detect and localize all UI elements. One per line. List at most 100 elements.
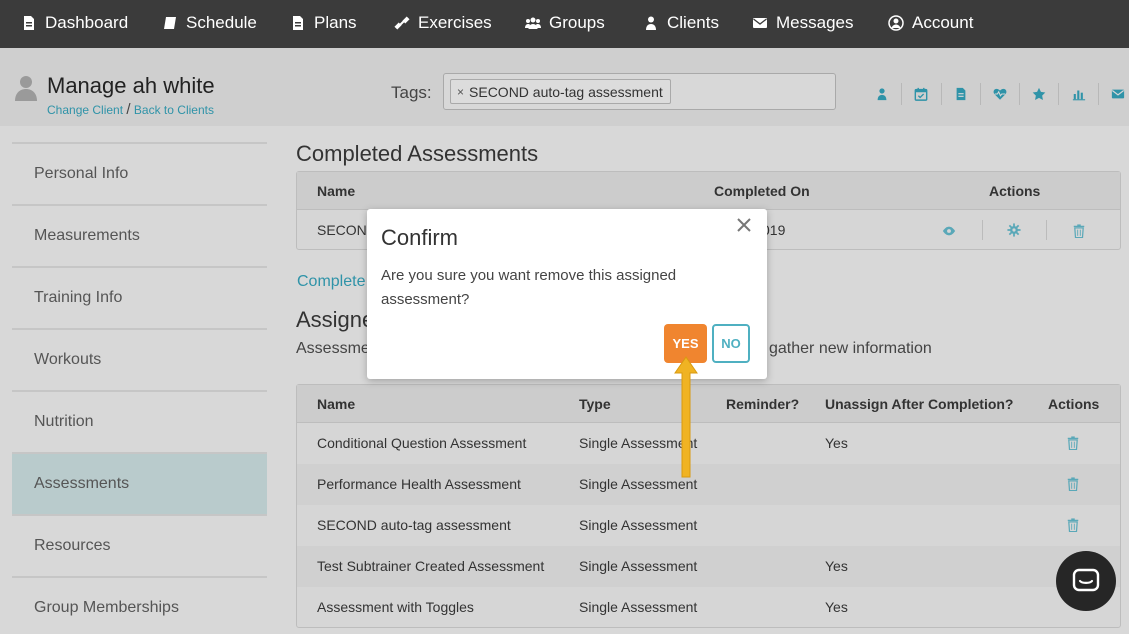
close-icon[interactable] — [737, 218, 755, 236]
quick-stats-button[interactable] — [1058, 83, 1097, 105]
table-header: Name Type Reminder? Unassign After Compl… — [297, 385, 1120, 423]
nav-label: Messages — [776, 13, 854, 32]
assigned-description-end: gather new information — [769, 340, 932, 357]
nav-label: Groups — [549, 13, 605, 32]
book-icon — [164, 17, 176, 29]
table-row: Assessment with Toggles Single Assessmen… — [297, 587, 1120, 628]
sidebar-item-personal-info[interactable]: Personal Info — [12, 142, 267, 204]
column-header-unassign: Unassign After Completion? — [825, 396, 1014, 412]
column-header-actions: Actions — [1048, 396, 1100, 412]
confirm-dialog: Confirm Are you sure you want remove thi… — [367, 209, 767, 379]
breadcrumb: Change Client / Back to Clients — [47, 101, 214, 118]
page-title: Manage ah white — [47, 73, 215, 98]
breadcrumb-separator: / — [126, 101, 131, 118]
file-icon — [24, 16, 34, 30]
client-header: Manage ah white Change Client / Back to … — [0, 48, 1129, 126]
trash-icon[interactable] — [1066, 436, 1080, 451]
assessment-type: Single Assessment — [579, 517, 698, 533]
table-row: SECOND auto-tag assessment Single Assess… — [297, 505, 1120, 546]
sidebar-item-training-info[interactable]: Training Info — [12, 266, 267, 328]
completed-assessments-title: Completed Assessments — [296, 141, 539, 166]
dialog-message: Are you sure you want remove this assign… — [381, 267, 677, 308]
sidebar-item-label: Personal Info — [34, 165, 129, 182]
sidebar-item-workouts[interactable]: Workouts — [12, 328, 267, 390]
quick-calendar-button[interactable] — [901, 83, 940, 105]
settings-gear-icon[interactable] — [1007, 223, 1021, 237]
quick-health-button[interactable] — [979, 83, 1019, 105]
column-header-name: Name — [317, 396, 356, 412]
client-quick-actions — [862, 83, 1129, 105]
assessment-name: Test Subtrainer Created Assessment — [317, 558, 545, 574]
table-row: Performance Health Assessment Single Ass… — [297, 464, 1120, 505]
assessment-name: Conditional Question Assessment — [317, 435, 527, 451]
document-icon — [293, 16, 303, 30]
sidebar-item-label: Resources — [34, 537, 111, 554]
remove-tag-icon[interactable]: × — [457, 85, 464, 99]
top-nav: Dashboard Schedule Plans Exercises Group… — [0, 0, 1129, 48]
nav-label: Schedule — [186, 13, 257, 32]
chat-launcher-button[interactable] — [1056, 551, 1116, 611]
envelope-icon — [753, 18, 767, 28]
user-avatar-icon — [15, 76, 37, 101]
tag-chip: × SECOND auto-tag assessment — [450, 79, 671, 104]
sidebar-item-nutrition[interactable]: Nutrition — [12, 390, 267, 452]
sidebar-item-label: Assessments — [34, 475, 130, 492]
nav-dashboard[interactable]: Dashboard — [21, 12, 128, 34]
nav-schedule[interactable]: Schedule — [162, 12, 257, 34]
tags-input[interactable]: × SECOND auto-tag assessment — [443, 73, 836, 110]
sidebar-item-label: Training Info — [34, 289, 123, 306]
quick-profile-button[interactable] — [862, 83, 901, 105]
divider — [1046, 220, 1047, 240]
assessment-name: Performance Health Assessment — [317, 476, 521, 492]
quick-document-button[interactable] — [940, 83, 980, 105]
nav-label: Account — [912, 13, 974, 32]
document-icon — [956, 87, 966, 101]
sidebar-item-label: Nutrition — [34, 413, 94, 430]
nav-groups[interactable]: Groups — [525, 12, 605, 34]
divider — [982, 220, 983, 240]
assigned-assessments-title: Assigne — [296, 307, 375, 332]
trash-icon[interactable] — [1072, 224, 1086, 239]
nav-clients[interactable]: Clients — [643, 12, 719, 34]
quick-favorite-button[interactable] — [1019, 83, 1058, 105]
star-icon — [1033, 87, 1046, 100]
no-button[interactable]: NO — [712, 324, 750, 363]
sidebar-item-assessments[interactable]: Assessments — [12, 452, 267, 514]
heartbeat-icon — [993, 88, 1007, 100]
nav-plans[interactable]: Plans — [290, 12, 357, 34]
trash-icon[interactable] — [1066, 518, 1080, 533]
calendar-icon — [915, 87, 928, 101]
trash-icon[interactable] — [1066, 477, 1080, 492]
dialog-title: Confirm — [381, 225, 459, 250]
sidebar-item-resources[interactable]: Resources — [12, 514, 267, 576]
bar-chart-icon — [1072, 90, 1085, 101]
dumbbell-icon — [394, 16, 410, 30]
back-to-clients-link[interactable]: Back to Clients — [134, 103, 214, 117]
column-header-name: Name — [317, 183, 356, 199]
change-client-link[interactable]: Change Client — [47, 103, 123, 117]
table-row: Test Subtrainer Created Assessment Singl… — [297, 546, 1120, 587]
nav-account[interactable]: Account — [888, 12, 973, 34]
column-header-completed-on: Completed On — [714, 183, 810, 199]
column-header-reminder: Reminder? — [726, 396, 800, 412]
client-sidebar: Personal Info Measurements Training Info… — [12, 142, 267, 634]
nav-messages[interactable]: Messages — [752, 12, 853, 34]
assessment-name: Assessment with Toggles — [317, 599, 474, 615]
account-circle-icon — [888, 15, 904, 31]
assessment-type: Single Assessment — [579, 558, 698, 574]
assessment-type: Single Assessment — [579, 599, 698, 615]
assigned-description: Assessme — [296, 340, 370, 357]
sidebar-item-measurements[interactable]: Measurements — [12, 204, 267, 266]
complete-assessment-link[interactable]: Complete — [297, 273, 365, 291]
sidebar-item-label: Group Memberships — [34, 599, 179, 616]
nav-exercises[interactable]: Exercises — [394, 12, 492, 34]
nav-label: Dashboard — [45, 13, 129, 32]
sidebar-item-group-memberships[interactable]: Group Memberships — [12, 576, 267, 634]
assessment-name: SECOND auto-tag assessment — [317, 517, 511, 533]
unassign-value: Yes — [825, 558, 848, 574]
unassign-value: Yes — [825, 435, 848, 451]
view-icon[interactable] — [942, 224, 956, 238]
quick-message-button[interactable] — [1097, 83, 1129, 105]
sidebar-item-label: Measurements — [34, 227, 140, 244]
unassign-value: Yes — [825, 599, 848, 615]
